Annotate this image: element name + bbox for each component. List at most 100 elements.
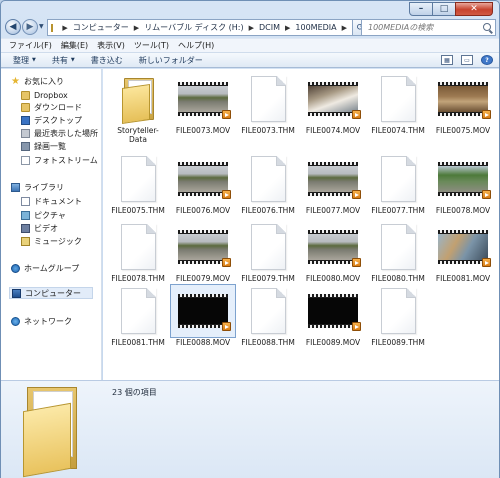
change-view-icon[interactable]: ▦ bbox=[441, 55, 453, 65]
video-thumbnail bbox=[308, 230, 361, 267]
video-thumbnail bbox=[308, 162, 361, 199]
chevron-right-icon[interactable]: ▶ bbox=[285, 24, 290, 32]
file-item[interactable]: FILE0079.MOV bbox=[170, 221, 236, 287]
breadcrumb-removable-disk[interactable]: リムーバブル ディスク (H:) bbox=[144, 22, 243, 33]
file-item[interactable]: FILE0073.THM bbox=[235, 73, 301, 139]
menu-file[interactable]: ファイル(F) bbox=[9, 40, 52, 51]
file-item[interactable]: FILE0088.THM bbox=[235, 285, 301, 351]
blank-file-icon bbox=[380, 224, 416, 270]
file-item[interactable]: FILE0076.THM bbox=[235, 153, 301, 219]
nav-homegroup[interactable]: ホームグループ bbox=[11, 262, 79, 274]
menu-tools[interactable]: ツール(T) bbox=[134, 40, 169, 51]
breadcrumb-computer[interactable]: コンピューター bbox=[73, 22, 129, 33]
share-button[interactable]: 共有 ▼ bbox=[52, 55, 75, 66]
chevron-right-icon[interactable]: ▶ bbox=[134, 24, 139, 32]
nav-music[interactable]: ミュージック bbox=[21, 235, 82, 247]
file-item[interactable]: FILE0078.MOV bbox=[430, 153, 496, 219]
recent-pages-dropdown[interactable]: ▼ bbox=[39, 23, 44, 30]
folder-item[interactable]: Storyteller-Data bbox=[105, 73, 171, 144]
file-item[interactable]: FILE0080.THM bbox=[365, 221, 431, 287]
nav-downloads-label: ダウンロード bbox=[34, 102, 82, 112]
nav-videos[interactable]: ビデオ bbox=[21, 222, 58, 234]
desktop-icon bbox=[21, 115, 30, 125]
file-name: FILE0073.MOV bbox=[175, 126, 231, 135]
nav-documents[interactable]: ドキュメント bbox=[21, 195, 82, 207]
file-name: FILE0077.THM bbox=[371, 206, 425, 215]
help-icon[interactable]: ? bbox=[481, 55, 493, 65]
nav-videos-label: ビデオ bbox=[34, 223, 58, 233]
file-item[interactable]: FILE0089.THM bbox=[365, 285, 431, 351]
menu-edit[interactable]: 編集(E) bbox=[61, 40, 88, 51]
file-thumbnail bbox=[171, 153, 235, 205]
new-folder-button[interactable]: 新しいフォルダー bbox=[139, 55, 203, 66]
video-thumbnail bbox=[308, 294, 361, 331]
file-item[interactable]: FILE0081.MOV bbox=[430, 221, 496, 287]
details-pane: 23 個の項目 bbox=[1, 380, 499, 478]
nav-desktop[interactable]: デスクトップ bbox=[21, 114, 82, 126]
film-strip bbox=[438, 261, 488, 264]
menu-view[interactable]: 表示(V) bbox=[97, 40, 125, 51]
nav-libraries[interactable]: ライブラリ bbox=[11, 181, 64, 193]
close-button[interactable]: ✕ bbox=[455, 2, 493, 16]
nav-computer[interactable]: コンピューター bbox=[9, 287, 93, 299]
nav-pictures[interactable]: ピクチャ bbox=[21, 209, 66, 221]
address-bar[interactable]: ▶ コンピューター ▶ リムーバブル ディスク (H:) ▶ DCIM ▶ 10… bbox=[47, 19, 353, 36]
file-item[interactable]: FILE0075.THM bbox=[105, 153, 171, 219]
breadcrumb-100media[interactable]: 100MEDIA bbox=[295, 23, 336, 32]
nav-favorites[interactable]: ★ お気に入り bbox=[11, 75, 64, 87]
nav-network-label: ネットワーク bbox=[24, 316, 72, 326]
chevron-right-icon[interactable]: ▶ bbox=[342, 24, 347, 32]
back-button[interactable]: ◀ bbox=[5, 19, 21, 35]
file-item[interactable]: FILE0081.THM bbox=[105, 285, 171, 351]
file-item[interactable]: FILE0075.MOV bbox=[430, 73, 496, 139]
file-item[interactable]: FILE0080.MOV bbox=[300, 221, 366, 287]
nav-recorded-tv[interactable]: 録画一覧 bbox=[21, 140, 66, 152]
film-strip bbox=[438, 193, 488, 196]
burn-button[interactable]: 書き込む bbox=[91, 55, 123, 66]
file-item[interactable]: FILE0074.MOV bbox=[300, 73, 366, 139]
film-strip bbox=[308, 113, 358, 116]
organize-button[interactable]: 整理 ▼ bbox=[13, 55, 36, 66]
file-item[interactable]: FILE0089.MOV bbox=[300, 285, 366, 351]
maximize-button[interactable]: □ bbox=[433, 2, 455, 16]
folder-icon bbox=[120, 76, 156, 124]
nav-recent-places[interactable]: 最近表示した場所 bbox=[21, 127, 98, 139]
file-item[interactable]: FILE0077.MOV bbox=[300, 153, 366, 219]
nav-photo-stream[interactable]: フォトストリーム bbox=[21, 154, 98, 166]
film-strip bbox=[178, 294, 228, 297]
chevron-right-icon[interactable]: ▶ bbox=[62, 24, 67, 32]
minimize-button[interactable]: – bbox=[409, 2, 433, 16]
play-icon bbox=[352, 258, 361, 267]
file-name: FILE0089.MOV bbox=[305, 338, 361, 347]
menu-help[interactable]: ヘルプ(H) bbox=[178, 40, 214, 51]
film-strip bbox=[308, 294, 358, 297]
file-thumbnail bbox=[106, 153, 170, 205]
nav-dropbox[interactable]: Dropbox bbox=[21, 89, 68, 101]
file-item[interactable]: FILE0074.THM bbox=[365, 73, 431, 139]
file-item[interactable]: FILE0077.THM bbox=[365, 153, 431, 219]
nav-network[interactable]: ネットワーク bbox=[11, 315, 72, 327]
file-thumbnail bbox=[301, 221, 365, 273]
chevron-down-icon: ▼ bbox=[32, 57, 36, 63]
nav-downloads[interactable]: ダウンロード bbox=[21, 101, 82, 113]
new-folder-label: 新しいフォルダー bbox=[138, 55, 203, 65]
file-item[interactable]: FILE0076.MOV bbox=[170, 153, 236, 219]
file-item[interactable]: FILE0078.THM bbox=[105, 221, 171, 287]
preview-pane-icon[interactable]: ▭ bbox=[461, 55, 473, 65]
video-frame bbox=[308, 234, 358, 260]
forward-button[interactable]: ▶ bbox=[22, 19, 38, 35]
folder-front bbox=[23, 402, 71, 478]
chevron-right-icon[interactable]: ▶ bbox=[249, 24, 254, 32]
file-name: FILE0077.MOV bbox=[305, 206, 361, 215]
file-thumbnail bbox=[236, 221, 300, 273]
film-strip bbox=[178, 261, 228, 264]
file-item[interactable]: FILE0073.MOV bbox=[170, 73, 236, 139]
music-icon bbox=[21, 236, 30, 246]
breadcrumb-dcim[interactable]: DCIM bbox=[259, 23, 280, 32]
search-input[interactable] bbox=[368, 23, 478, 32]
search-icon[interactable] bbox=[483, 23, 491, 31]
file-item[interactable]: FILE0079.THM bbox=[235, 221, 301, 287]
blank-file-icon bbox=[120, 156, 156, 202]
search-box[interactable] bbox=[361, 19, 496, 36]
file-item[interactable]: FILE0088.MOV bbox=[170, 284, 236, 351]
